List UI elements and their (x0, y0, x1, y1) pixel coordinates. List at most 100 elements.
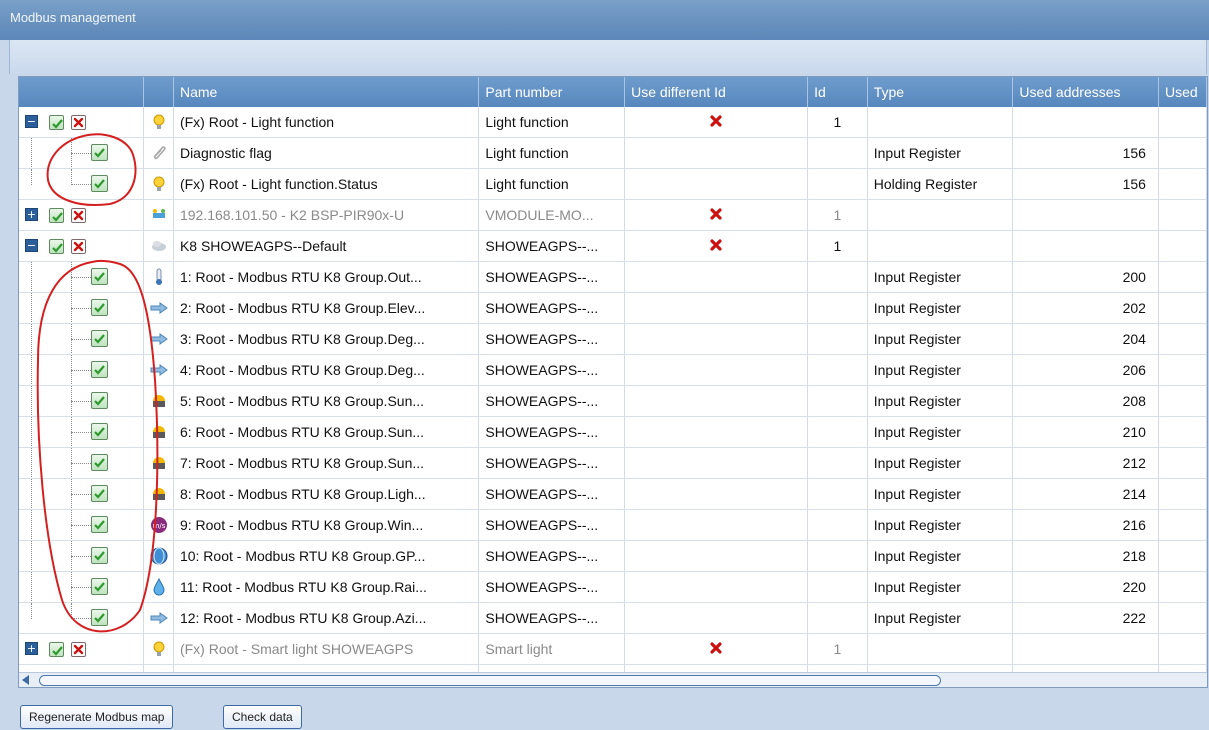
row-use-different-id[interactable] (624, 107, 809, 138)
row-use-different-id[interactable] (624, 478, 809, 510)
row-used (1158, 230, 1207, 262)
row-use-different-id[interactable] (624, 137, 809, 169)
column-header-id[interactable]: Id (807, 77, 868, 107)
row-part-number: Light function (478, 137, 626, 169)
row-checkbox[interactable] (91, 485, 108, 502)
row-checkbox[interactable] (91, 144, 108, 161)
row-remove-icon[interactable] (71, 115, 86, 130)
table-row[interactable]: 7: Root - Modbus RTU K8 Group.Sun... SHOW… (19, 447, 1207, 479)
row-use-different-id[interactable] (624, 385, 809, 417)
row-remove-icon[interactable] (71, 642, 86, 657)
table-row[interactable]: 10: Root - Modbus RTU K8 Group.GP... SHOW… (19, 540, 1207, 572)
row-remove-icon[interactable] (71, 239, 86, 254)
scroll-left-icon[interactable] (22, 675, 29, 685)
row-use-different-id[interactable] (624, 633, 809, 665)
tree-line (71, 603, 72, 619)
table-row[interactable]: 4: Root - Modbus RTU K8 Group.Deg... SHOW… (19, 354, 1207, 386)
row-use-different-id[interactable] (624, 509, 809, 541)
row-checkbox[interactable] (49, 208, 64, 223)
check-data-button[interactable]: Check data (223, 705, 302, 729)
row-tree-controls (19, 416, 145, 448)
row-use-different-id[interactable] (624, 602, 809, 634)
table-row[interactable]: (Fx) Root - Light function.Status Light f… (19, 168, 1207, 200)
table-row[interactable]: 3: Root - Modbus RTU K8 Group.Deg... SHOW… (19, 323, 1207, 355)
row-checkbox[interactable] (49, 239, 64, 254)
modbus-grid: Name Part number Use different Id Id Typ… (18, 76, 1208, 688)
row-use-different-id[interactable] (624, 230, 809, 262)
table-row[interactable]: 11: Root - Modbus RTU K8 Group.Rai... SHO… (19, 571, 1207, 603)
tree-branch (71, 463, 91, 464)
row-use-different-id[interactable] (624, 416, 809, 448)
row-use-different-id[interactable] (624, 261, 809, 293)
table-row[interactable]: 12: Root - Modbus RTU K8 Group.Azi... SHO… (19, 602, 1207, 634)
column-header-name[interactable]: Name (173, 77, 480, 107)
column-header-type[interactable]: Type (867, 77, 1014, 107)
row-used-addresses: 218 (1012, 540, 1159, 572)
column-header-part-number[interactable]: Part number (478, 77, 626, 107)
scrollbar-thumb[interactable] (39, 675, 941, 686)
row-id (807, 540, 868, 572)
row-part-number: SHOWEAGPS--... (478, 292, 626, 324)
row-id (807, 137, 868, 169)
row-checkbox[interactable] (91, 330, 108, 347)
table-row[interactable]: − K8 SHOWEAGPS--Default SHOWEAGPS--... 1 (19, 230, 1207, 262)
row-checkbox[interactable] (49, 642, 64, 657)
table-row[interactable]: 2: Root - Modbus RTU K8 Group.Elev... SHO… (19, 292, 1207, 324)
row-checkbox[interactable] (91, 423, 108, 440)
table-row[interactable]: − (Fx) Root - Light function Light functio… (19, 107, 1207, 138)
row-checkbox[interactable] (91, 299, 108, 316)
row-use-different-id[interactable] (624, 292, 809, 324)
row-used (1158, 540, 1207, 572)
row-checkbox[interactable] (91, 268, 108, 285)
expand-icon[interactable]: + (25, 642, 38, 655)
row-use-different-id[interactable] (624, 199, 809, 231)
row-use-different-id[interactable] (624, 447, 809, 479)
row-part-number: SHOWEAGPS--... (478, 602, 626, 634)
toolbar-band (9, 40, 1207, 74)
row-use-different-id[interactable] (624, 323, 809, 355)
row-checkbox[interactable] (91, 392, 108, 409)
row-use-different-id[interactable] (624, 571, 809, 603)
expand-icon[interactable]: + (25, 208, 38, 221)
row-type: Input Register (867, 416, 1014, 448)
row-remove-icon[interactable] (71, 208, 86, 223)
row-type: Input Register (867, 385, 1014, 417)
row-type (867, 199, 1014, 231)
row-checkbox[interactable] (91, 361, 108, 378)
row-name: Diagnostic flag (173, 137, 480, 169)
row-used-addresses (1012, 107, 1159, 138)
row-use-different-id[interactable] (624, 168, 809, 200)
row-checkbox[interactable] (91, 454, 108, 471)
table-row[interactable]: +192.168.101.50 - K2 BSP-PIR90x-U VMODULE… (19, 199, 1207, 231)
column-header-used[interactable]: Used (1158, 77, 1207, 107)
table-row[interactable]: 5: Root - Modbus RTU K8 Group.Sun... SHOW… (19, 385, 1207, 417)
table-row[interactable]: 6: Root - Modbus RTU K8 Group.Sun... SHOW… (19, 416, 1207, 448)
column-header-used-addresses[interactable]: Used addresses (1012, 77, 1159, 107)
row-use-different-id[interactable] (624, 354, 809, 386)
row-checkbox[interactable] (91, 547, 108, 564)
row-name: 2: Root - Modbus RTU K8 Group.Elev... (173, 292, 480, 324)
lux-sensor-icon (143, 416, 174, 448)
table-row[interactable]: + (Fx) Root - Smart light SHOWEAGPS Smart … (19, 633, 1207, 665)
row-checkbox[interactable] (91, 609, 108, 626)
horizontal-scrollbar[interactable] (19, 672, 1207, 687)
gps-globe-icon (143, 540, 174, 572)
row-used (1158, 447, 1207, 479)
row-name: 7: Root - Modbus RTU K8 Group.Sun... (173, 447, 480, 479)
row-checkbox[interactable] (49, 115, 64, 130)
column-header-use-different-id[interactable]: Use different Id (624, 77, 809, 107)
row-checkbox[interactable] (91, 578, 108, 595)
table-row[interactable]: Diagnostic flag Light function Input Regis… (19, 137, 1207, 169)
table-row[interactable]: 1: Root - Modbus RTU K8 Group.Out... SHOW… (19, 261, 1207, 293)
row-use-different-id[interactable] (624, 540, 809, 572)
table-row[interactable]: m/s 9: Root - Modbus RTU K8 Group.Win... S… (19, 509, 1207, 541)
row-part-number: SHOWEAGPS--... (478, 261, 626, 293)
regenerate-modbus-map-button[interactable]: Regenerate Modbus map (20, 705, 174, 729)
collapse-icon[interactable]: − (25, 115, 38, 128)
row-checkbox[interactable] (91, 516, 108, 533)
row-checkbox[interactable] (91, 175, 108, 192)
row-type: Input Register (867, 540, 1014, 572)
row-used (1158, 416, 1207, 448)
collapse-icon[interactable]: − (25, 239, 38, 252)
table-row[interactable]: 8: Root - Modbus RTU K8 Group.Ligh... SHO… (19, 478, 1207, 510)
